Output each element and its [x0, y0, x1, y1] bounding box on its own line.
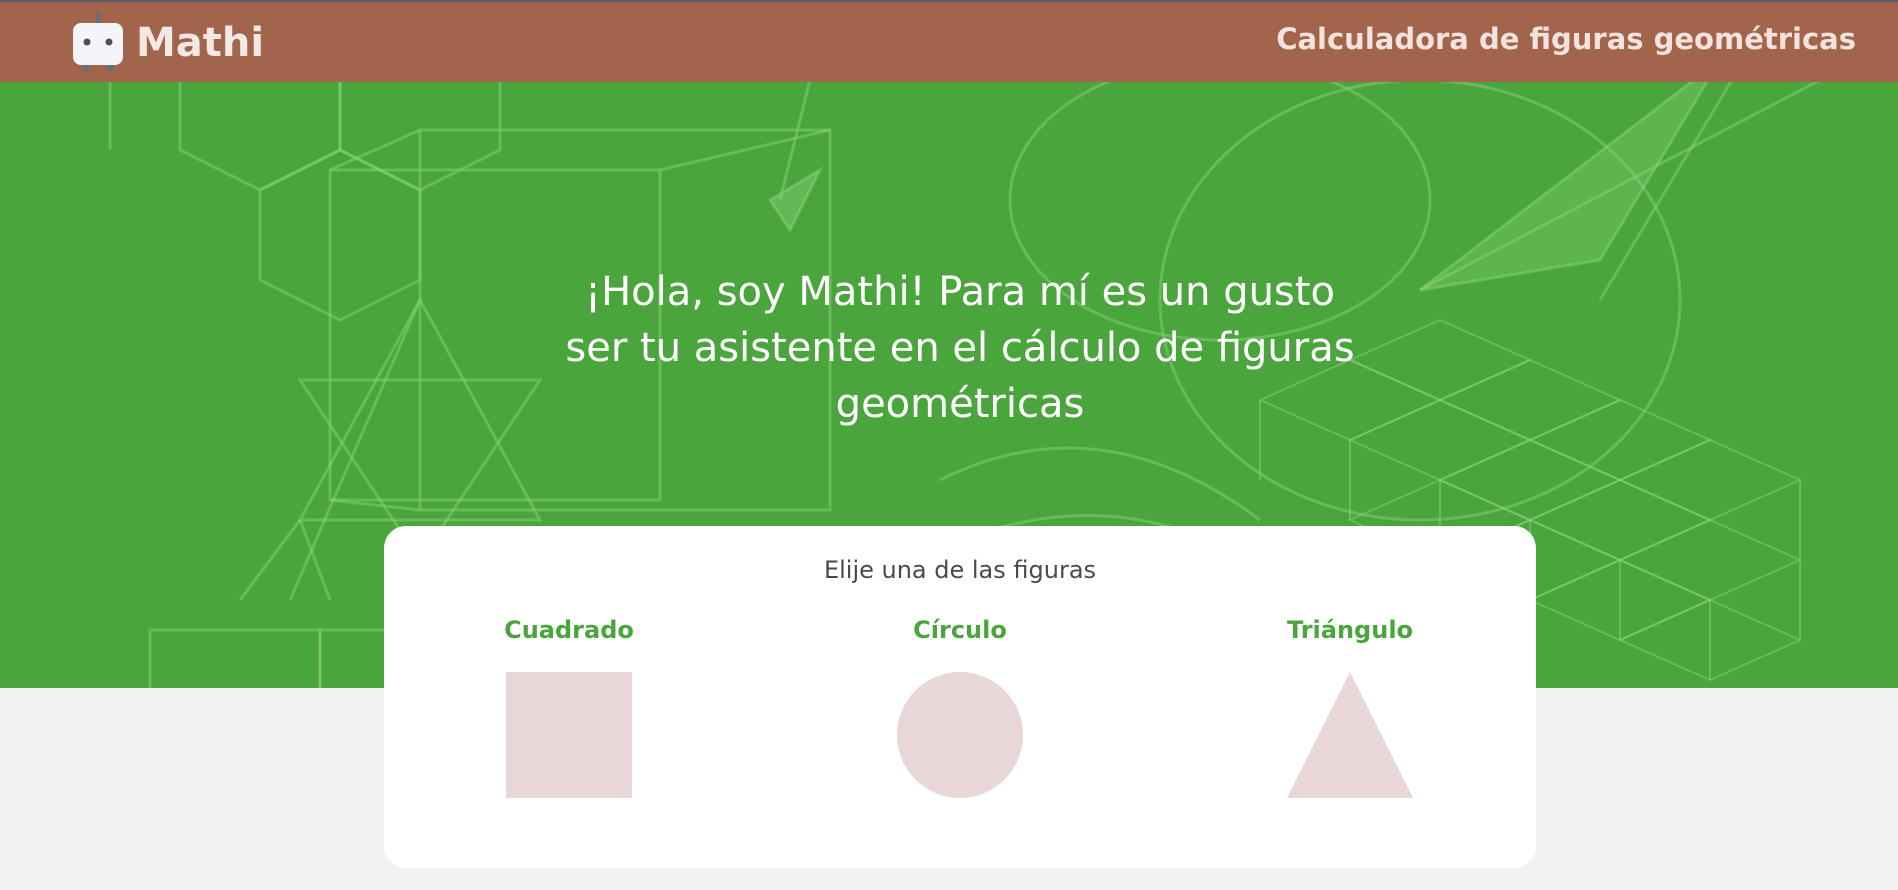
robot-icon [73, 13, 123, 71]
shape-selection-card: Elije una de las figuras Cuadrado Círcul… [384, 526, 1536, 868]
brand-name: Mathi [136, 20, 265, 66]
card-subtitle: Elije una de las figuras [823, 556, 1097, 584]
shape-option-triangle[interactable]: Triángulo [1230, 616, 1470, 836]
brand[interactable]: Mathi [70, 13, 265, 72]
triangle-icon [1287, 672, 1413, 798]
square-icon [506, 672, 632, 798]
hero-message: ¡Hola, soy Mathi! Para mí es un gusto se… [565, 269, 1355, 427]
shape-option-square[interactable]: Cuadrado [449, 616, 689, 836]
header-title: Calculadora de figuras geométricas [1276, 22, 1856, 56]
circle-icon [897, 672, 1023, 798]
shape-label-circle: Círculo [913, 616, 1007, 644]
app-header: Mathi Calculadora de figuras geométricas [0, 0, 1898, 82]
shape-label-triangle: Triángulo [1286, 616, 1414, 644]
shape-option-circle[interactable]: Círculo [840, 616, 1080, 836]
shape-label-square: Cuadrado [504, 616, 634, 644]
